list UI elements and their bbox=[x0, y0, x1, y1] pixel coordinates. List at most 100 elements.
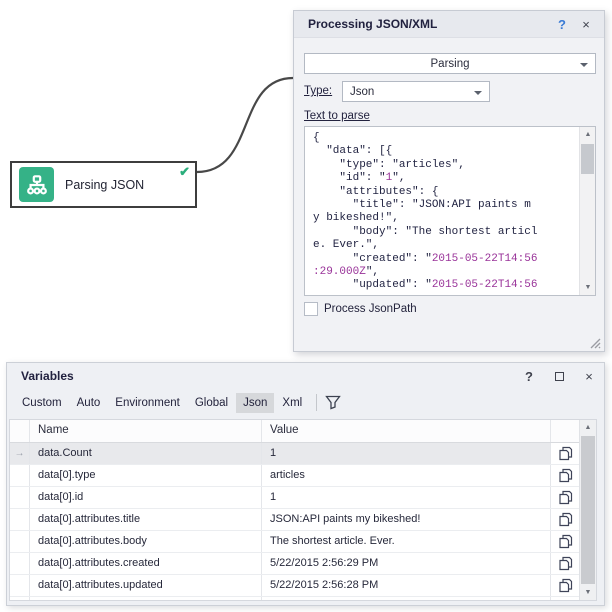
code-line: "updated": "2015-05-22T14:56 bbox=[313, 279, 576, 292]
table-row[interactable]: data[0].typearticles bbox=[10, 465, 579, 487]
row-gutter bbox=[10, 509, 30, 530]
variable-value: articles bbox=[262, 465, 551, 486]
variable-value: 5/22/2015 2:56:29 PM bbox=[262, 553, 551, 574]
code-line: "title": "JSON:API paints m bbox=[313, 199, 576, 212]
resize-grip-icon[interactable] bbox=[589, 336, 601, 348]
variable-value: The shortest article. Ever. bbox=[262, 531, 551, 552]
close-icon[interactable]: × bbox=[574, 17, 598, 32]
tab-json[interactable]: Json bbox=[236, 393, 274, 413]
copy-icon[interactable] bbox=[551, 487, 579, 508]
action-select-value: Parsing bbox=[431, 58, 470, 70]
selected-row-arrow-icon: → bbox=[10, 443, 30, 464]
sitemap-icon bbox=[19, 167, 54, 202]
variable-value: 5/22/2015 2:56:28 PM bbox=[262, 575, 551, 596]
workflow-canvas: Parsing JSON ✔ Processing JSON/XML ? × P… bbox=[0, 0, 612, 612]
copy-icon[interactable] bbox=[551, 553, 579, 574]
code-line: "id": "1", bbox=[313, 172, 576, 185]
code-line: "attributes": { bbox=[313, 186, 576, 199]
variable-name: data[0].attributes.updated bbox=[30, 575, 262, 596]
gutter-column-header bbox=[10, 420, 30, 442]
table-header: Name Value bbox=[10, 420, 579, 443]
type-label[interactable]: Type: bbox=[304, 85, 332, 97]
copy-icon[interactable] bbox=[551, 509, 579, 530]
variable-value: 1 bbox=[262, 487, 551, 508]
code-line: "data": [{ bbox=[313, 145, 576, 158]
name-column-header[interactable]: Name bbox=[30, 420, 262, 442]
filter-icon[interactable] bbox=[325, 395, 341, 410]
dialog-title: Processing JSON/XML bbox=[308, 17, 550, 31]
variable-name: data[0].type bbox=[30, 465, 262, 486]
copy-icon[interactable] bbox=[551, 531, 579, 552]
copy-icon[interactable] bbox=[551, 443, 579, 464]
variables-tabs: CustomAutoEnvironmentGlobalJsonXml bbox=[15, 390, 341, 415]
tab-global[interactable]: Global bbox=[188, 393, 235, 413]
action-node-parsing-json[interactable]: Parsing JSON ✔ bbox=[10, 161, 197, 208]
scrollbar-thumb[interactable] bbox=[581, 144, 594, 174]
row-gutter bbox=[10, 575, 30, 596]
processing-json-xml-dialog: Processing JSON/XML ? × Parsing Type: Js… bbox=[293, 10, 605, 352]
text-to-parse-input[interactable]: { "data": [{ "type": "articles", "id": "… bbox=[304, 126, 596, 296]
help-icon[interactable]: ? bbox=[550, 17, 574, 32]
variable-name: data[0].attributes.body bbox=[30, 531, 262, 552]
copy-icon[interactable] bbox=[551, 575, 579, 596]
scroll-up-icon[interactable]: ▲ bbox=[580, 420, 596, 435]
node-label: Parsing JSON bbox=[65, 178, 144, 192]
copy-icon[interactable] bbox=[551, 597, 579, 601]
variables-titlebar[interactable]: Variables ? × bbox=[7, 363, 604, 389]
type-select-value: Json bbox=[350, 86, 374, 98]
table-row[interactable]: data[0].attributes.bodyThe shortest arti… bbox=[10, 531, 579, 553]
chevron-down-icon bbox=[474, 91, 482, 95]
variable-value: 42 bbox=[262, 597, 551, 601]
type-select[interactable]: Json bbox=[342, 81, 490, 102]
action-select[interactable]: Parsing bbox=[304, 53, 596, 74]
variables-table: Name Value →data.Count1 data[0].typearti… bbox=[9, 419, 597, 601]
variables-title: Variables bbox=[21, 369, 514, 383]
success-check-icon: ✔ bbox=[179, 164, 190, 180]
scroll-up-icon[interactable]: ▲ bbox=[580, 127, 596, 142]
variable-name: data[0].id bbox=[30, 487, 262, 508]
code-line: { bbox=[313, 132, 576, 145]
help-icon[interactable]: ? bbox=[514, 369, 544, 384]
json-source-text[interactable]: { "data": [{ "type": "articles", "id": "… bbox=[305, 127, 578, 295]
variable-value: JSON:API paints my bikeshed! bbox=[262, 509, 551, 530]
code-line: "body": "The shortest articl bbox=[313, 226, 576, 239]
process-jsonpath-row: Process JsonPath bbox=[304, 302, 417, 316]
value-column-header[interactable]: Value bbox=[262, 420, 551, 442]
scroll-down-icon[interactable]: ▼ bbox=[580, 280, 596, 295]
row-gutter bbox=[10, 531, 30, 552]
tab-custom[interactable]: Custom bbox=[15, 393, 69, 413]
code-scrollbar[interactable]: ▲ ▼ bbox=[579, 127, 595, 295]
table-row[interactable]: data[0].attributes.titleJSON:API paints … bbox=[10, 509, 579, 531]
close-icon[interactable]: × bbox=[574, 369, 604, 384]
dialog-titlebar[interactable]: Processing JSON/XML ? × bbox=[294, 11, 604, 38]
tab-environment[interactable]: Environment bbox=[108, 393, 187, 413]
code-line: "type": "articles", bbox=[313, 159, 576, 172]
copy-icon[interactable] bbox=[551, 465, 579, 486]
variable-value: 1 bbox=[262, 443, 551, 464]
scrollbar-thumb[interactable] bbox=[581, 436, 595, 584]
table-row[interactable]: →data.Count1 bbox=[10, 443, 579, 465]
code-line: y bikeshed!", bbox=[313, 212, 576, 225]
jsonpath-checkbox[interactable] bbox=[304, 302, 318, 316]
code-line: :29.000Z", bbox=[313, 266, 576, 279]
row-gutter bbox=[10, 465, 30, 486]
table-row[interactable]: data[0].relationships.author.data.id42 bbox=[10, 597, 579, 601]
tab-xml[interactable]: Xml bbox=[275, 393, 309, 413]
table-row[interactable]: data[0].attributes.updated5/22/2015 2:56… bbox=[10, 575, 579, 597]
jsonpath-checkbox-label: Process JsonPath bbox=[324, 303, 417, 315]
table-row[interactable]: data[0].attributes.created5/22/2015 2:56… bbox=[10, 553, 579, 575]
variable-name: data[0].attributes.created bbox=[30, 553, 262, 574]
maximize-icon[interactable] bbox=[544, 372, 574, 381]
text-to-parse-label[interactable]: Text to parse bbox=[304, 110, 370, 122]
code-line: e. Ever.", bbox=[313, 239, 576, 252]
tab-auto[interactable]: Auto bbox=[70, 393, 108, 413]
tabs-divider bbox=[316, 394, 317, 411]
table-scrollbar[interactable]: ▲ ▼ bbox=[579, 420, 596, 600]
code-line: "created": "2015-05-22T14:56 bbox=[313, 253, 576, 266]
variables-panel: Variables ? × CustomAutoEnvironmentGloba… bbox=[6, 362, 605, 606]
row-gutter bbox=[10, 597, 30, 601]
chevron-down-icon bbox=[580, 63, 588, 67]
variable-name: data.Count bbox=[30, 443, 262, 464]
table-row[interactable]: data[0].id1 bbox=[10, 487, 579, 509]
scroll-down-icon[interactable]: ▼ bbox=[580, 585, 596, 600]
